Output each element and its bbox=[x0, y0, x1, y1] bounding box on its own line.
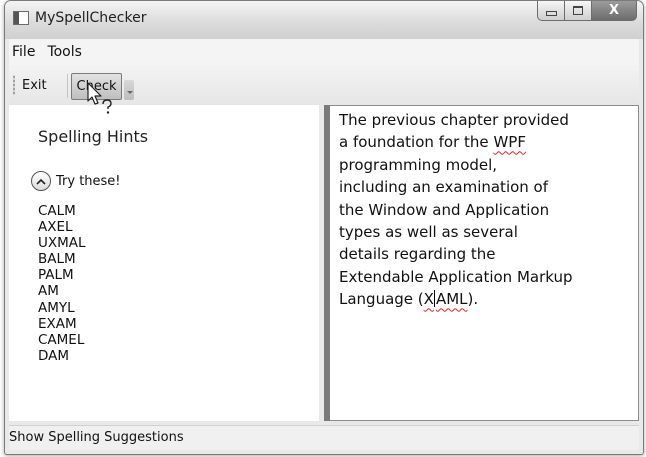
chevron-up-icon[interactable] bbox=[31, 171, 51, 191]
close-button[interactable]: X bbox=[592, 1, 637, 21]
editor-text-run: Extendable Application Markup bbox=[339, 267, 573, 286]
maximize-icon bbox=[573, 6, 583, 15]
misspelled-word[interactable]: WPF bbox=[493, 133, 526, 151]
editor-line: details regarding the bbox=[339, 243, 629, 265]
editor-text-run: the Window and Application bbox=[339, 200, 550, 219]
suggestion-item[interactable]: PALM bbox=[38, 267, 86, 283]
suggestion-item[interactable]: AXEL bbox=[38, 219, 86, 235]
text-editor[interactable]: The previous chapter provided a foundati… bbox=[330, 105, 639, 421]
editor-text-run: Language ( bbox=[339, 290, 424, 309]
editor-text-run: including an examination of bbox=[339, 178, 549, 197]
misspelled-word-part: X bbox=[423, 290, 434, 309]
minimize-button[interactable] bbox=[537, 1, 565, 21]
editor-line: including an examination of bbox=[339, 176, 629, 198]
editor-line: Language (X AML). bbox=[339, 288, 629, 310]
title-bar[interactable]: MySpellChecker X bbox=[5, 1, 643, 39]
minimize-icon bbox=[545, 11, 557, 16]
suggestion-item[interactable]: EXAM bbox=[38, 316, 86, 332]
editor-line: programming model, bbox=[339, 154, 629, 176]
suggestion-item[interactable]: AM bbox=[38, 283, 86, 299]
app-icon[interactable] bbox=[13, 11, 29, 25]
suggestion-item[interactable]: BALM bbox=[38, 251, 86, 267]
editor-line: the Window and Application bbox=[339, 199, 629, 221]
editor-line: The previous chapter provided bbox=[339, 109, 629, 131]
try-these-expander[interactable]: Try these! bbox=[31, 171, 121, 191]
status-text: Show Spelling Suggestions bbox=[9, 430, 184, 445]
editor-text-run: types as well as several bbox=[339, 223, 518, 242]
editor-line: a foundation for the WPF bbox=[339, 131, 629, 153]
spelling-hints-title: Spelling Hints bbox=[38, 127, 149, 146]
editor-text-run: details regarding the bbox=[339, 245, 496, 264]
window-title: MySpellChecker bbox=[35, 10, 147, 26]
editor-line: Extendable Application Markup bbox=[339, 266, 629, 288]
suggestion-item[interactable]: AMYL bbox=[38, 300, 86, 316]
editor-text[interactable]: The previous chapter provided a foundati… bbox=[339, 109, 629, 311]
editor-text-run: The previous chapter provided bbox=[339, 111, 569, 129]
toolbar-separator bbox=[67, 74, 68, 98]
toolbar-overflow-button[interactable] bbox=[124, 80, 134, 100]
suggestions-list: CALM AXEL UXMAL BALM PALM AM AMYL EXAM C… bbox=[38, 203, 86, 364]
menu-bar: File Tools bbox=[9, 39, 639, 65]
toolbar-grip[interactable] bbox=[13, 75, 15, 95]
app-window: MySpellChecker X File Tools Exit Check S… bbox=[4, 0, 644, 455]
suggestion-item[interactable]: CALM bbox=[38, 203, 86, 219]
close-icon: X bbox=[608, 3, 620, 18]
suggestion-item[interactable]: UXMAL bbox=[38, 235, 86, 251]
caption-buttons: X bbox=[537, 1, 637, 21]
misspelled-word-part: AML bbox=[435, 290, 468, 309]
menu-file[interactable]: File bbox=[9, 40, 41, 64]
spelling-hints-panel: Spelling Hints Try these! CALM AXEL UXMA… bbox=[9, 105, 319, 421]
expander-label[interactable]: Try these! bbox=[56, 174, 121, 189]
suggestion-item[interactable]: CAMEL bbox=[38, 332, 86, 348]
misspelled-word[interactable]: X AML bbox=[424, 290, 468, 308]
suggestion-item[interactable]: DAM bbox=[38, 348, 86, 364]
editor-text-run: ). bbox=[467, 290, 479, 309]
exit-button[interactable]: Exit bbox=[19, 75, 50, 97]
editor-line: types as well as several bbox=[339, 221, 629, 243]
editor-text-run: programming model, bbox=[339, 155, 498, 174]
status-bar: Show Spelling Suggestions bbox=[9, 425, 639, 450]
help-select-cursor-icon bbox=[87, 82, 112, 114]
editor-text-run: a foundation for the bbox=[339, 133, 494, 152]
menu-tools[interactable]: Tools bbox=[41, 40, 88, 64]
maximize-button[interactable] bbox=[565, 1, 592, 21]
